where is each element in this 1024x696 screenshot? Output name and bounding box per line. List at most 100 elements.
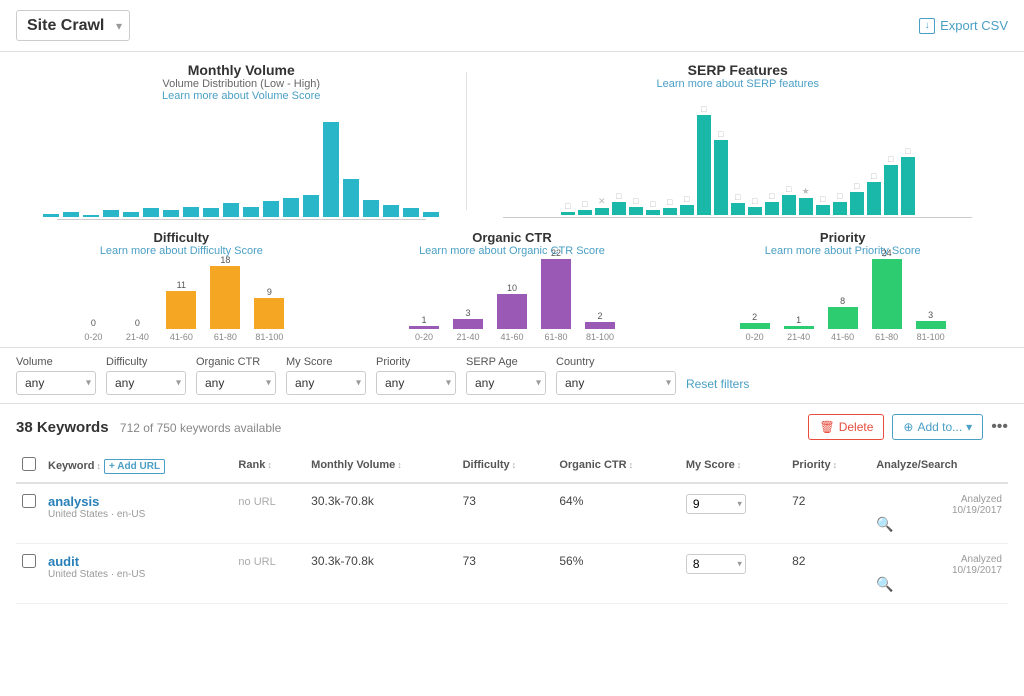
- th-my-score: My Score ↕: [680, 448, 786, 483]
- my-score-filter: My Score any: [286, 356, 366, 395]
- difficulty-filter: Difficulty any: [106, 356, 186, 395]
- keywords-actions: 🗑 Delete ⊕ Add to... ▾ •••: [808, 414, 1008, 440]
- table-row: audit United States · en-US no URL 30.3k…: [16, 544, 1008, 604]
- table-header-row: Keyword ↕ + Add URL Rank ↕ Monthly Vol: [16, 448, 1008, 483]
- keyword-sort-icon: ↕: [96, 461, 101, 471]
- analyze-cell-0: Analyzed 10/19/2017 🔍: [870, 483, 1008, 544]
- monthly-volume-title: Monthly Volume: [16, 62, 466, 78]
- keyword-locale-0: United States · en-US: [48, 509, 226, 520]
- keywords-tbody: analysis United States · en-US no URL 30…: [16, 483, 1008, 604]
- site-crawl-select[interactable]: Site Crawl: [16, 10, 130, 41]
- monthly-volume-bars: [16, 107, 466, 217]
- monthly-volume-link[interactable]: Learn more about Volume Score: [16, 90, 466, 102]
- delete-button[interactable]: 🗑 Delete: [808, 414, 884, 440]
- priority-chart: Priority Learn more about Priority Score…: [677, 230, 1008, 342]
- my-score-sort[interactable]: My Score ↕: [686, 459, 741, 471]
- difficulty-bars: 00-20021-401141-601861-80981-100: [16, 262, 347, 342]
- th-analyze: Analyze/Search: [870, 448, 1008, 483]
- organic-ctr-cell-1: 56%: [553, 544, 680, 604]
- country-select[interactable]: any: [556, 371, 676, 395]
- bottom-charts-row: Difficulty Learn more about Difficulty S…: [0, 220, 1024, 348]
- top-charts-row: Monthly Volume Volume Distribution (Low …: [0, 52, 1024, 220]
- keywords-table-wrapper: Keyword ↕ + Add URL Rank ↕ Monthly Vol: [0, 448, 1024, 604]
- priority-cell-0: 72: [786, 483, 870, 544]
- volume-select[interactable]: any: [16, 371, 96, 395]
- keywords-table: Keyword ↕ + Add URL Rank ↕ Monthly Vol: [16, 448, 1008, 604]
- plus-icon: ⊕: [903, 420, 913, 434]
- difficulty-link[interactable]: Learn more about Difficulty Score: [16, 245, 347, 257]
- organic-ctr-chart: Organic CTR Learn more about Organic CTR…: [347, 230, 678, 342]
- monthly-volume-sort[interactable]: Monthly Volume ↕: [311, 459, 402, 471]
- more-options-button[interactable]: •••: [991, 418, 1008, 436]
- analyze-cell-1: Analyzed 10/19/2017 🔍: [870, 544, 1008, 604]
- keywords-available: 712 of 750 keywords available: [120, 421, 281, 435]
- my-score-cell-1: 8: [680, 544, 786, 604]
- search-icon-0[interactable]: 🔍: [876, 516, 893, 532]
- trash-icon: 🗑: [819, 420, 834, 434]
- serp-bars-container: □□✕□□□□□□□□□□□★□□□□□□: [467, 95, 1008, 215]
- difficulty-cell-1: 73: [457, 544, 554, 604]
- volume-filter-label: Volume: [16, 356, 96, 368]
- add-url-button[interactable]: + Add URL: [104, 459, 165, 474]
- reset-filters-link[interactable]: Reset filters: [686, 377, 749, 395]
- keyword-name-1[interactable]: audit: [48, 554, 226, 569]
- difficulty-cell-0: 73: [457, 483, 554, 544]
- priority-sort-icon: ↕: [833, 460, 838, 470]
- rank-sort-icon: ↕: [267, 460, 272, 470]
- keywords-header: 38 Keywords 712 of 750 keywords availabl…: [0, 404, 1024, 448]
- rank-value-0: no URL: [238, 496, 275, 508]
- keyword-name-0[interactable]: analysis: [48, 494, 226, 509]
- difficulty-select[interactable]: any: [106, 371, 186, 395]
- monthly-volume-cell-0: 30.3k-70.8k: [305, 483, 456, 544]
- keyword-cell-0: analysis United States · en-US: [42, 483, 232, 544]
- keyword-locale-1: United States · en-US: [48, 569, 226, 580]
- row-checkbox-0[interactable]: [22, 494, 36, 508]
- rank-cell-1: no URL: [232, 544, 305, 604]
- difficulty-sort[interactable]: Difficulty ↕: [463, 459, 517, 471]
- serp-features-link[interactable]: Learn more about SERP features: [467, 78, 1008, 90]
- keyword-cell-1: audit United States · en-US: [42, 544, 232, 604]
- priority-link[interactable]: Learn more about Priority Score: [677, 245, 1008, 257]
- export-csv-button[interactable]: ↓ Export CSV: [919, 18, 1008, 34]
- organic-ctr-select[interactable]: any: [196, 371, 276, 395]
- country-filter-label: Country: [556, 356, 676, 368]
- organic-ctr-sort-icon: ↕: [629, 460, 634, 470]
- rank-cell-0: no URL: [232, 483, 305, 544]
- row-checkbox-1[interactable]: [22, 554, 36, 568]
- add-to-button[interactable]: ⊕ Add to... ▾: [892, 414, 983, 440]
- priority-title: Priority: [677, 230, 1008, 245]
- filters-row: Volume any Difficulty any Organic CTR an…: [0, 348, 1024, 404]
- th-difficulty: Difficulty ↕: [457, 448, 554, 483]
- difficulty-chart: Difficulty Learn more about Difficulty S…: [16, 230, 347, 342]
- priority-select[interactable]: any: [376, 371, 456, 395]
- organic-ctr-bars: 10-20321-401041-602261-80281-100: [347, 262, 678, 342]
- keywords-count-title: 38 Keywords: [16, 419, 109, 436]
- keywords-title-area: 38 Keywords 712 of 750 keywords availabl…: [16, 419, 281, 436]
- site-crawl-select-wrapper[interactable]: Site Crawl: [16, 10, 130, 41]
- my-score-select[interactable]: any: [286, 371, 366, 395]
- organic-ctr-title: Organic CTR: [347, 230, 678, 245]
- keyword-sort[interactable]: Keyword ↕: [48, 460, 101, 472]
- serp-age-select[interactable]: any: [466, 371, 546, 395]
- my-score-select-1[interactable]: 8: [686, 554, 746, 574]
- priority-sort[interactable]: Priority ↕: [792, 459, 837, 471]
- search-icon-1[interactable]: 🔍: [876, 576, 893, 592]
- country-filter: Country any: [556, 356, 676, 395]
- organic-ctr-filter-label: Organic CTR: [196, 356, 276, 368]
- organic-ctr-sort[interactable]: Organic CTR ↕: [559, 459, 633, 471]
- serp-age-filter: SERP Age any: [466, 356, 546, 395]
- analyzed-text-1: Analyzed 10/19/2017: [876, 554, 1002, 576]
- serp-features-title: SERP Features: [467, 62, 1008, 78]
- serp-features-chart: SERP Features Learn more about SERP feat…: [467, 62, 1008, 220]
- my-score-select-0[interactable]: 9: [686, 494, 746, 514]
- rank-sort[interactable]: Rank ↕: [238, 459, 271, 471]
- monthly-volume-subtitle: Volume Distribution (Low - High): [16, 78, 466, 90]
- select-all-checkbox[interactable]: [22, 457, 36, 471]
- priority-filter: Priority any: [376, 356, 456, 395]
- organic-ctr-link[interactable]: Learn more about Organic CTR Score: [347, 245, 678, 257]
- th-rank: Rank ↕: [232, 448, 305, 483]
- my-score-filter-label: My Score: [286, 356, 366, 368]
- my-score-cell-0: 9: [680, 483, 786, 544]
- th-monthly-volume: Monthly Volume ↕: [305, 448, 456, 483]
- priority-bars: 20-20121-40841-602461-80381-100: [677, 262, 1008, 342]
